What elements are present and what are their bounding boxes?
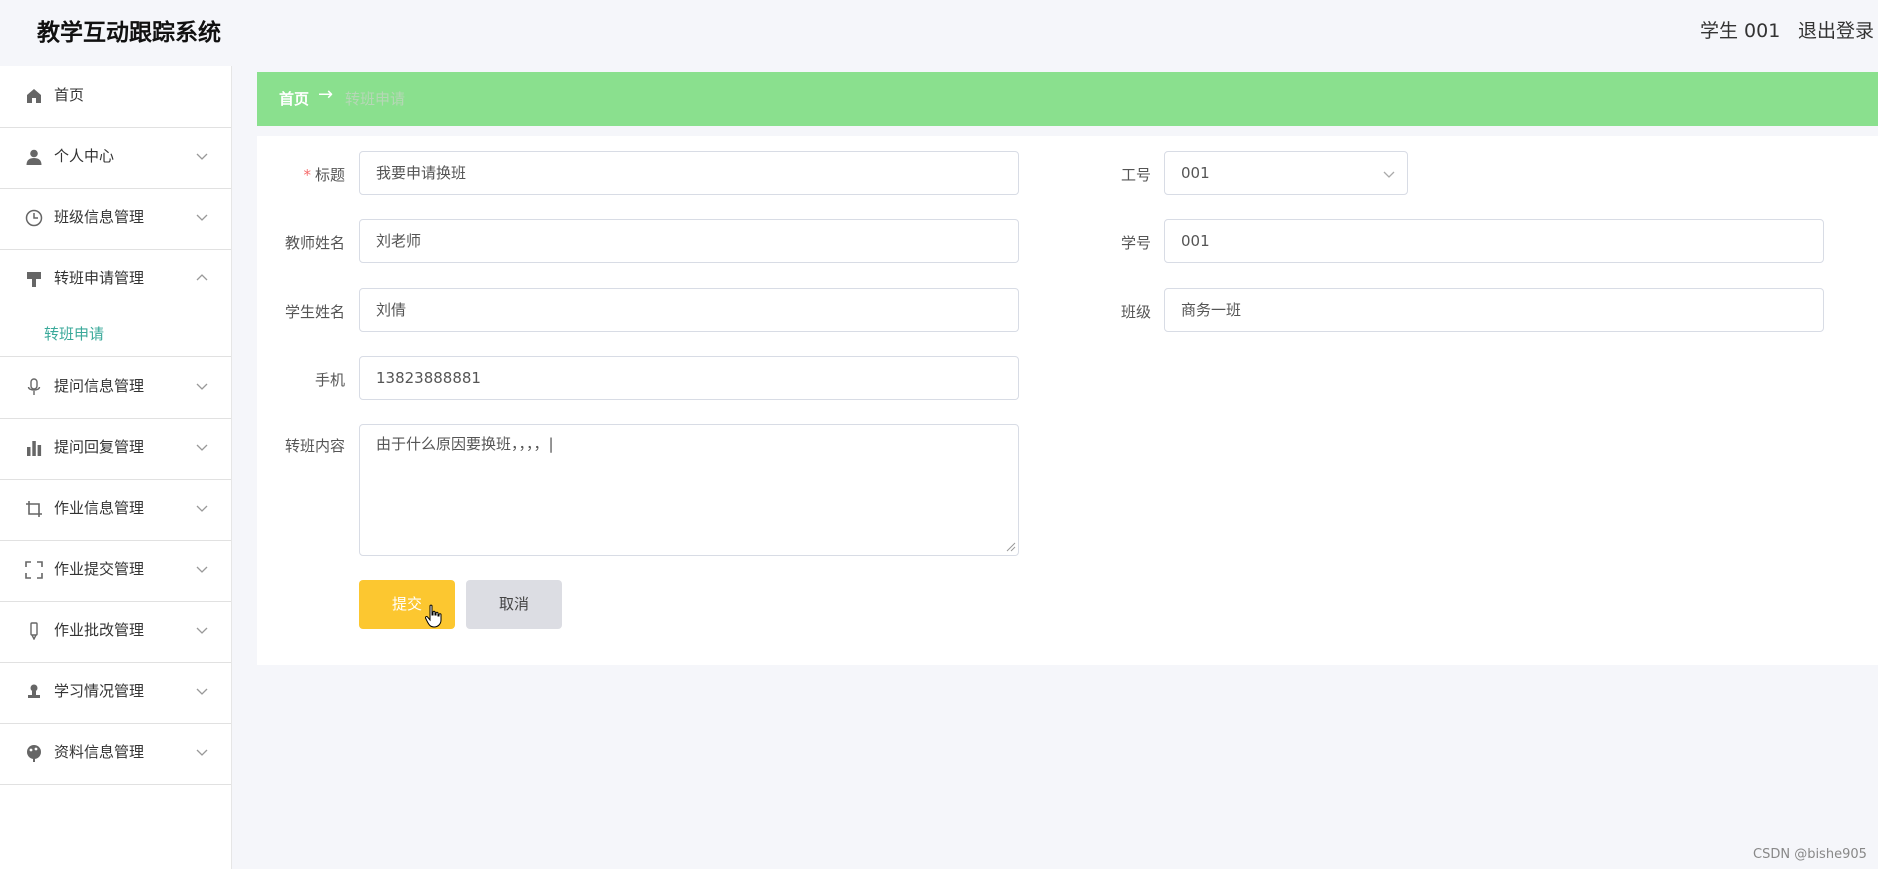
user-icon xyxy=(26,149,42,165)
chevron-down-icon xyxy=(196,383,208,390)
title-label: * 标题 xyxy=(300,164,345,185)
person-stamp-icon xyxy=(28,684,40,698)
watermark: CSDN @bishe905 xyxy=(1753,847,1867,862)
student-id-label: 学号 xyxy=(1120,234,1151,252)
sidebar-item-question-info[interactable]: 提问信息管理 xyxy=(0,357,231,419)
sidebar-item-transfer-management[interactable]: 转班申请管理 xyxy=(0,249,231,310)
submenu-item-transfer-apply[interactable]: 转班申请 xyxy=(0,310,231,357)
chevron-down-icon xyxy=(196,688,208,695)
sidebar-item-home[interactable]: 首页 xyxy=(0,66,231,128)
brush-icon xyxy=(27,272,41,287)
sidebar-item-question-reply[interactable]: 提问回复管理 xyxy=(0,418,231,480)
sidebar-item-label: 资料信息管理 xyxy=(54,743,145,761)
paint-icon xyxy=(27,745,41,762)
chevron-down-icon xyxy=(1383,171,1395,178)
chevron-down-icon xyxy=(196,505,208,512)
top-bar: 教学互动跟踪系统 学生 001 退出登录 xyxy=(0,0,1878,58)
teacher-id-label: 工号 xyxy=(1120,166,1151,184)
sidebar-item-label: 学习情况管理 xyxy=(54,682,145,700)
sidebar-item-homework-grading[interactable]: 作业批改管理 xyxy=(0,601,231,663)
phone-label: 手机 xyxy=(314,371,345,389)
microphone-icon xyxy=(27,378,41,395)
student-name-label: 学生姓名 xyxy=(284,303,345,321)
content-label: 转班内容 xyxy=(284,437,345,455)
sidebar-item-personal-center[interactable]: 个人中心 xyxy=(0,127,231,189)
chevron-down-icon xyxy=(196,214,208,221)
chevron-down-icon xyxy=(196,566,208,573)
app-title: 教学互动跟踪系统 xyxy=(37,20,221,46)
submenu-item-label: 转班申请 xyxy=(44,325,105,343)
breadcrumb: 首页 → 转班申请 xyxy=(257,72,1878,126)
sidebar-item-class-info[interactable]: 班级信息管理 xyxy=(0,188,231,250)
breadcrumb-home[interactable]: 首页 xyxy=(279,88,309,109)
current-user: 学生 001 xyxy=(1700,20,1781,42)
sidebar-item-homework-submit[interactable]: 作业提交管理 xyxy=(0,540,231,602)
title-label-text: 标题 xyxy=(314,166,345,184)
content-textarea[interactable]: 由于什么原因要换班，，，，| xyxy=(359,424,1019,556)
sidebar-item-label: 个人中心 xyxy=(54,147,115,165)
sidebar-item-learning-status[interactable]: 学习情况管理 xyxy=(0,662,231,724)
chevron-up-icon xyxy=(196,274,208,281)
chevron-down-icon xyxy=(196,749,208,756)
required-mark: * xyxy=(303,166,311,184)
sidebar-item-label: 作业信息管理 xyxy=(54,499,145,517)
class-input[interactable]: 商务一班 xyxy=(1164,288,1824,332)
logout-link[interactable]: 退出登录 xyxy=(1798,16,1874,43)
student-name-input[interactable]: 刘倩 xyxy=(359,288,1019,332)
sidebar-item-label: 提问回复管理 xyxy=(54,438,145,456)
resize-grip-icon[interactable] xyxy=(1006,542,1016,552)
home-icon xyxy=(27,89,41,103)
sidebar-item-label: 首页 xyxy=(54,86,85,104)
teacher-id-select[interactable]: 001 xyxy=(1164,151,1408,195)
teacher-name-input[interactable]: 刘老师 xyxy=(359,219,1019,263)
student-id-input[interactable]: 001 xyxy=(1164,219,1824,263)
sidebar-item-label: 班级信息管理 xyxy=(54,208,145,226)
phone-input[interactable]: 13823888881 xyxy=(359,356,1019,400)
chevron-down-icon xyxy=(196,444,208,451)
class-label: 班级 xyxy=(1120,303,1151,321)
sidebar-item-label: 作业提交管理 xyxy=(54,560,145,578)
pen-icon xyxy=(30,622,38,640)
chevron-down-icon xyxy=(196,627,208,634)
cancel-button[interactable]: 取消 xyxy=(466,580,562,629)
fullscreen-icon xyxy=(25,561,43,579)
clock-icon xyxy=(25,209,43,227)
teacher-name-label: 教师姓名 xyxy=(284,234,345,252)
chevron-down-icon xyxy=(196,153,208,160)
title-input[interactable]: 我要申请换班 xyxy=(359,151,1019,195)
sidebar: 首页 个人中心 班级信息管理 转班申请管理 转班申请 提问信息管理 提问回复管理… xyxy=(0,66,232,869)
breadcrumb-current: 转班申请 xyxy=(345,90,406,108)
sidebar-item-homework-info[interactable]: 作业信息管理 xyxy=(0,479,231,541)
sidebar-item-label: 提问信息管理 xyxy=(54,377,145,395)
hand-cursor-icon xyxy=(425,604,442,628)
crop-icon xyxy=(26,501,42,517)
sidebar-item-label: 转班申请管理 xyxy=(54,269,145,287)
sidebar-item-label: 作业批改管理 xyxy=(54,621,145,639)
breadcrumb-separator: → xyxy=(318,84,334,105)
bar-chart-icon xyxy=(27,441,42,456)
sidebar-item-materials[interactable]: 资料信息管理 xyxy=(0,723,231,785)
